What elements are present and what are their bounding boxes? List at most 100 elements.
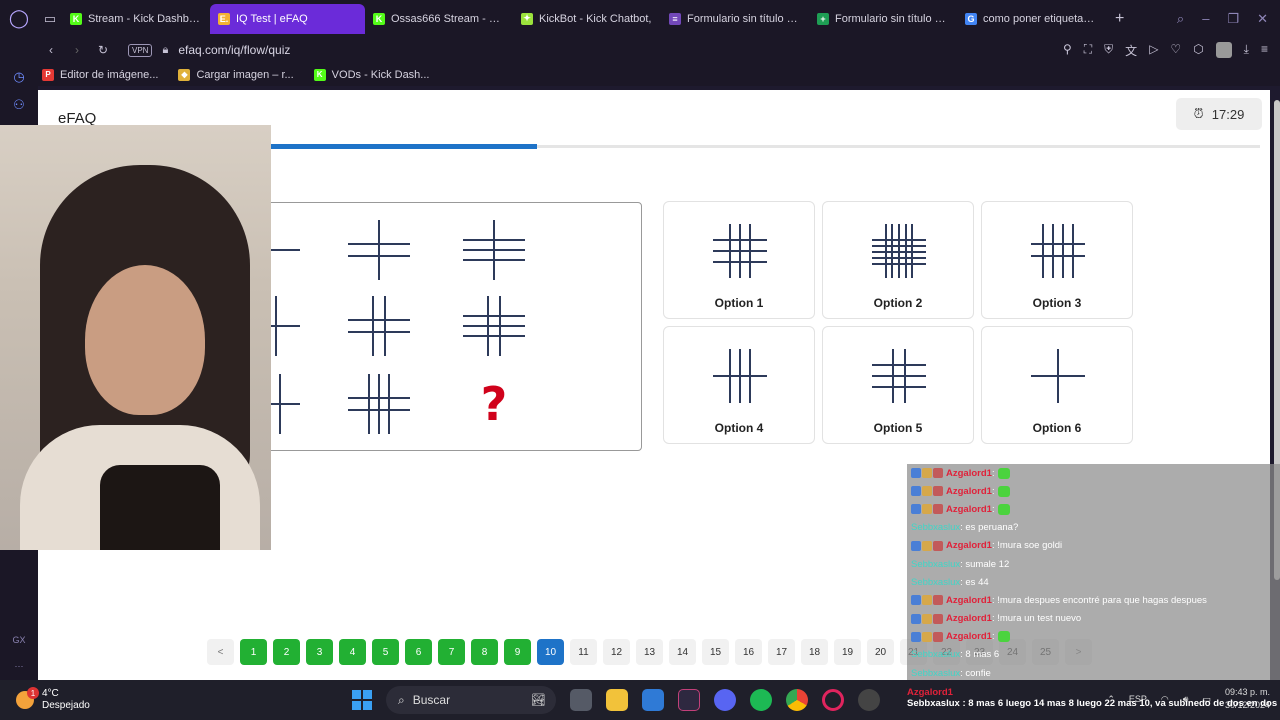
timer-value: 17:29 [1211, 106, 1245, 122]
option-5[interactable]: Option 5 [822, 326, 974, 444]
chat-badges [911, 504, 943, 515]
option-1[interactable]: Option 1 [663, 201, 815, 319]
vpn-badge[interactable]: VPN [128, 43, 153, 57]
taskbar-search[interactable]: ⌕ Buscar 🏞︎ [386, 686, 556, 714]
search-icon: ⌕ [398, 692, 405, 707]
bookmark-icon[interactable]: ⚲ [1063, 42, 1072, 59]
history-icon[interactable]: ◷ [0, 69, 38, 85]
task-view-icon[interactable] [570, 689, 592, 711]
chat-message: Azgalord1 : [907, 464, 1280, 482]
option-6[interactable]: Option 6 [981, 326, 1133, 444]
chat-badge-icon [922, 468, 932, 479]
url-field[interactable]: efaq.com/iq/flow/quiz [178, 43, 290, 57]
browser-logo-icon[interactable]: ◯ [0, 0, 38, 37]
tab-label: Formulario sin título (res [835, 12, 949, 25]
gx-label[interactable]: GX [0, 635, 38, 645]
translate-icon[interactable]: 文 [1125, 42, 1137, 59]
pager-page-7[interactable]: 7 [438, 639, 465, 665]
pager-page-8[interactable]: 8 [471, 639, 498, 665]
back-icon[interactable]: ‹ [40, 43, 62, 57]
tab-5[interactable]: ≡ Formulario sin título - Fo [661, 4, 809, 34]
pager-page-20[interactable]: 20 [867, 639, 894, 665]
lock-icon[interactable]: 🔒︎ [162, 44, 168, 57]
aria-icon[interactable]: ⚇ [0, 97, 38, 113]
pager-page-16[interactable]: 16 [735, 639, 762, 665]
profile-avatar[interactable] [1215, 41, 1232, 58]
chat-text: : !mura despues encontré para que hagas … [991, 594, 1207, 606]
option-6-figure [1031, 349, 1085, 403]
pager-page-5[interactable]: 5 [372, 639, 399, 665]
option-2[interactable]: Option 2 [822, 201, 974, 319]
pager-page-2[interactable]: 2 [273, 639, 300, 665]
file-explorer-icon[interactable] [606, 689, 628, 711]
chat-username: Azgalord1 [946, 594, 992, 606]
snapshot-icon[interactable]: ⛶ [1084, 42, 1092, 59]
pager-page-15[interactable]: 15 [702, 639, 729, 665]
extensions-icon[interactable]: ⬡ [1193, 42, 1203, 59]
chat-text: : [991, 631, 995, 643]
creative-app-icon[interactable] [678, 689, 700, 711]
option-3[interactable]: Option 3 [981, 201, 1133, 319]
pager-page-4[interactable]: 4 [339, 639, 366, 665]
tab-4[interactable]: ✦ KickBot - Kick Chatbot, [513, 4, 661, 34]
discord-icon[interactable] [714, 689, 736, 711]
pager-page-18[interactable]: 18 [801, 639, 828, 665]
tab-2[interactable]: E. IQ Test | eFAQ [210, 3, 365, 34]
bookmark-favicon-icon: P [42, 68, 54, 81]
shield-icon[interactable]: ⛨ [1104, 42, 1113, 59]
taskbar-apps: ⌕ Buscar 🏞︎ [352, 686, 880, 714]
tab-7[interactable]: Gcomo poner etiquetas pa [957, 4, 1105, 34]
heart-icon[interactable]: ♡ [1170, 42, 1181, 59]
pager-page-3[interactable]: 3 [306, 639, 333, 665]
bookmark-2[interactable]: ◆ Cargar imagen – r... [178, 68, 294, 81]
menu-icon[interactable]: ≡ [1261, 42, 1268, 59]
pager-page-12[interactable]: 12 [603, 639, 630, 665]
pager-page-11[interactable]: 11 [570, 639, 597, 665]
spotify-icon[interactable] [750, 689, 772, 711]
windows-start-icon[interactable] [352, 690, 372, 710]
maximize-icon[interactable]: ❐ [1227, 11, 1239, 27]
option-label: Option 2 [873, 296, 923, 310]
pager-page-19[interactable]: 19 [834, 639, 861, 665]
bookmark-1[interactable]: P Editor de imágene... [42, 68, 158, 81]
tab-3[interactable]: K Ossas666 Stream - Wat [365, 4, 513, 34]
download-icon[interactable]: ⤓ [1244, 42, 1249, 59]
chrome-icon[interactable] [786, 689, 808, 711]
tab-favicon-icon: K [373, 12, 385, 25]
minimize-icon[interactable]: – [1202, 11, 1209, 27]
forward-icon[interactable]: › [66, 43, 88, 57]
option-2-figure [872, 224, 926, 278]
tab-label: KickBot - Kick Chatbot, [539, 12, 652, 25]
pager-page-6[interactable]: 6 [405, 639, 432, 665]
weather-condition: Despejado [42, 700, 90, 711]
pager-page-14[interactable]: 14 [669, 639, 696, 665]
new-tab-icon[interactable]: + [1105, 10, 1134, 28]
obs-icon[interactable] [858, 689, 880, 711]
reload-icon[interactable]: ↻ [92, 43, 114, 57]
opera-gx-icon[interactable] [822, 689, 844, 711]
pager-page-17[interactable]: 17 [768, 639, 795, 665]
matrix-cell-3-2 [339, 369, 419, 439]
option-4[interactable]: Option 4 [663, 326, 815, 444]
chat-badge-icon [922, 504, 932, 515]
tab-1[interactable]: K Stream - Kick Dashboard [62, 4, 210, 34]
pager-page-1[interactable]: 1 [240, 639, 267, 665]
store-icon[interactable] [642, 689, 664, 711]
chat-text: : [991, 467, 995, 479]
pager-page-9[interactable]: 9 [504, 639, 531, 665]
weather-widget[interactable]: 1 4°C Despejado [0, 687, 90, 712]
pager-page-13[interactable]: 13 [636, 639, 663, 665]
pager-page-10[interactable]: 10 [537, 639, 564, 665]
close-icon[interactable]: ✕ [1257, 11, 1268, 27]
tab-menu-icon[interactable]: ▭ [38, 11, 62, 27]
more-icon[interactable]: ··· [0, 661, 38, 671]
tab-6[interactable]: + Formulario sin título (res [809, 4, 957, 34]
chat-badge-icon [911, 504, 921, 515]
play-icon[interactable]: ▷ [1149, 42, 1158, 59]
chat-badges [911, 540, 943, 551]
bookmark-3[interactable]: K VODs - Kick Dash... [313, 68, 429, 81]
chat-badge-icon [911, 613, 921, 624]
pager-prev-button[interactable]: < [207, 639, 234, 665]
search-tabs-icon[interactable]: ⌕ [1177, 11, 1184, 27]
matrix-cell-2-2 [339, 291, 419, 361]
